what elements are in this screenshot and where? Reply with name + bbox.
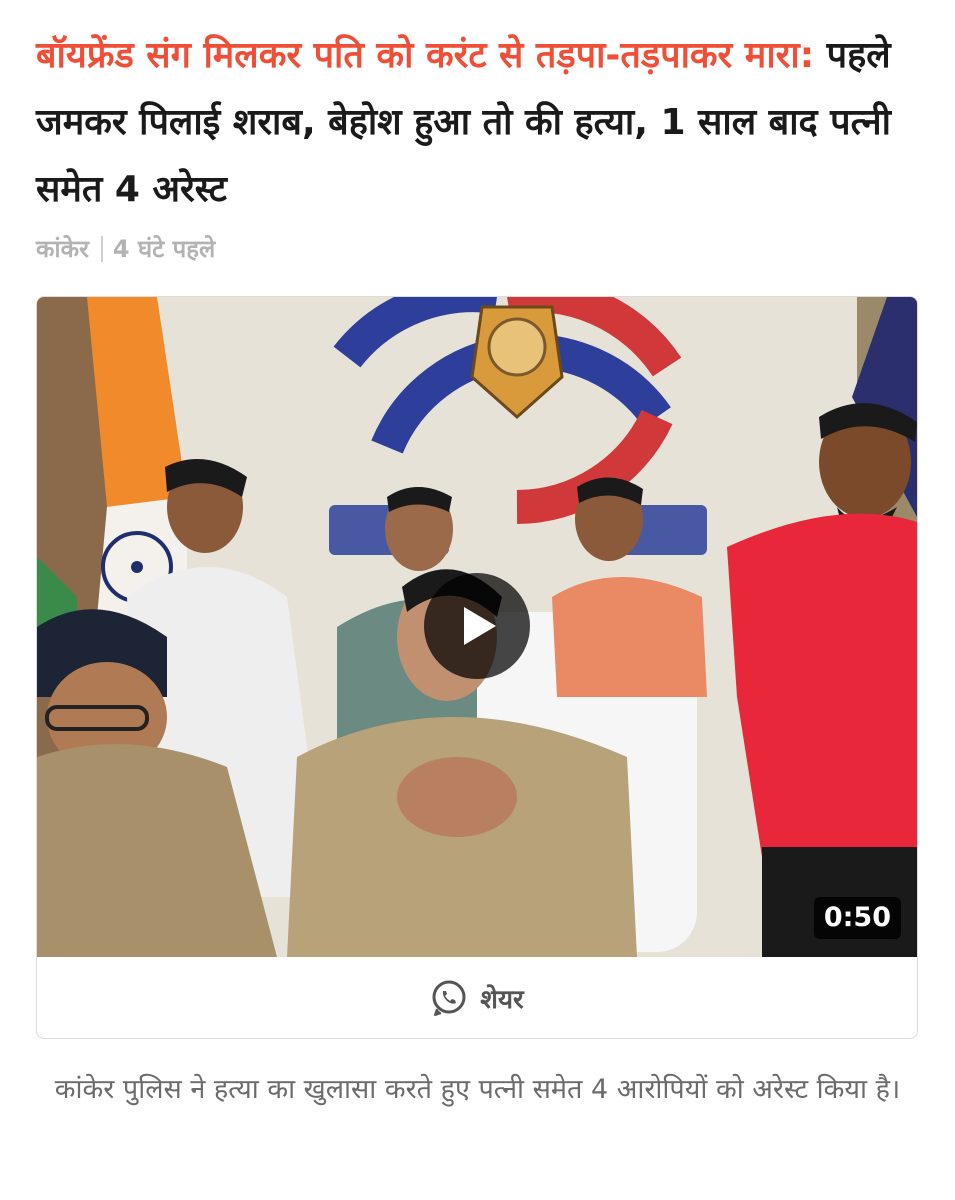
article-timestamp: 4 घंटे पहले [112,235,216,263]
article-meta: कांकेर 4 घंटे पहले [36,232,215,266]
video-duration: 0:50 [813,897,901,939]
video-player[interactable]: 0:50 [37,297,917,957]
whatsapp-icon [432,980,466,1016]
share-button[interactable]: शेयर [37,957,917,1038]
headline-accent: बॉयफ्रेंड संग मिलकर पति को करंट से तड़पा… [36,35,815,76]
play-icon [464,607,496,645]
video-caption: कांकेर पुलिस ने हत्या का खुलासा करते हुए… [54,1074,901,1105]
meta-divider [100,236,103,262]
play-button[interactable] [424,573,530,679]
article-headline[interactable]: बॉयफ्रेंड संग मिलकर पति को करंट से तड़पा… [36,22,916,223]
video-card: 0:50 शेयर [36,296,918,1039]
share-label: शेयर [480,985,524,1015]
article-page: बॉयफ्रेंड संग मिलकर पति को करंट से तड़पा… [0,0,955,1200]
article-location[interactable]: कांकेर [36,232,89,266]
